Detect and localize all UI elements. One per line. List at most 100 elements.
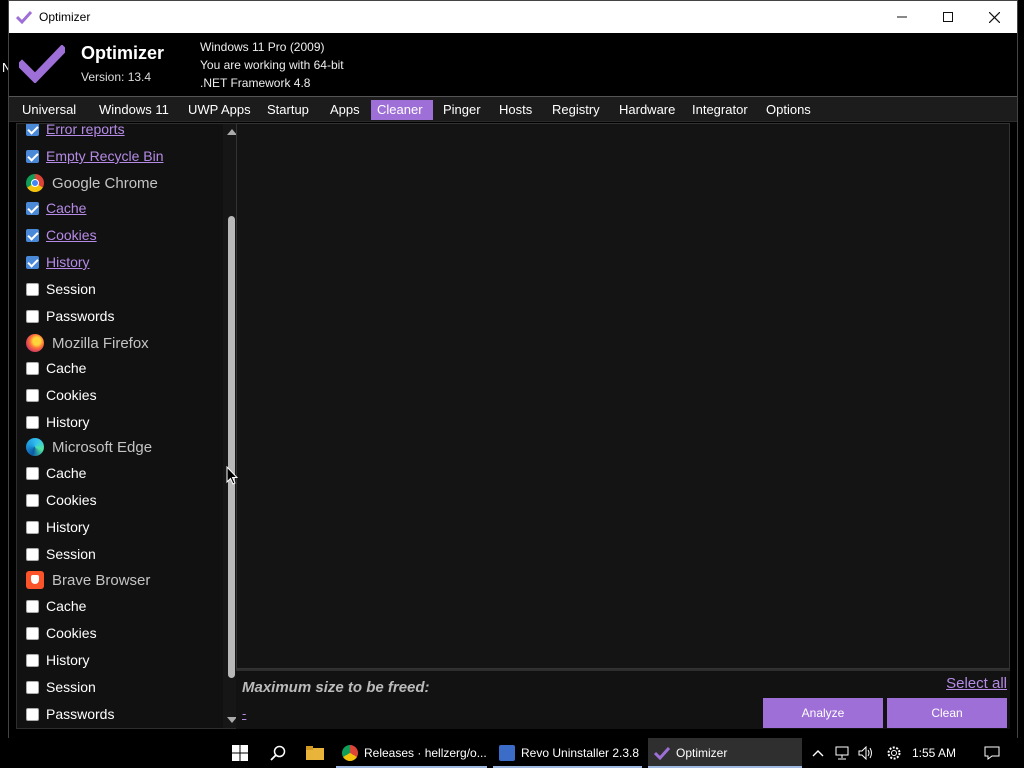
option-label[interactable]: Session xyxy=(46,546,96,562)
chevron-up-icon[interactable] xyxy=(808,743,828,763)
checkbox-firefox-cache[interactable] xyxy=(26,361,39,375)
framework-info: .NET Framework 4.8 xyxy=(200,76,311,90)
minimize-button[interactable] xyxy=(879,1,925,33)
volume-icon[interactable] xyxy=(856,743,876,763)
file-explorer-icon[interactable] xyxy=(305,743,325,763)
checkbox-brave-history[interactable] xyxy=(26,653,39,667)
clean-button[interactable]: Clean xyxy=(887,698,1007,728)
checkbox-brave-cookies[interactable] xyxy=(26,626,39,640)
checkbox-chrome-cache[interactable] xyxy=(26,201,39,215)
edge-icon xyxy=(26,438,44,456)
system-info: Windows 11 Pro (2009) You are working wi… xyxy=(200,38,344,92)
chrome-icon xyxy=(26,174,44,192)
settings-gear-icon[interactable] xyxy=(884,743,904,763)
app-version: Version: 13.4 xyxy=(81,70,152,84)
tab-startup[interactable]: Startup xyxy=(261,100,315,120)
app-name: Optimizer xyxy=(81,43,165,63)
option-label[interactable]: Passwords xyxy=(46,706,114,722)
checkbox-brave-session[interactable] xyxy=(26,680,39,694)
option-label[interactable]: Session xyxy=(46,679,96,695)
checkbox-edge-cookies[interactable] xyxy=(26,493,39,507)
option-label[interactable]: Cache xyxy=(46,598,86,614)
close-button[interactable] xyxy=(971,1,1017,33)
cleaner-options-list: Error reports Empty Recycle Bin Google C… xyxy=(16,123,240,729)
notification-icon[interactable] xyxy=(982,743,1002,763)
tab-hosts[interactable]: Hosts xyxy=(493,100,538,120)
group-label: Brave Browser xyxy=(52,571,151,589)
app-check-icon xyxy=(654,745,670,761)
optimizer-logo-icon xyxy=(16,44,68,88)
analyze-button[interactable]: Analyze xyxy=(763,698,883,728)
checkbox-edge-history[interactable] xyxy=(26,520,39,534)
search-icon[interactable] xyxy=(268,743,288,763)
checkbox-empty-recycle-bin[interactable] xyxy=(26,149,39,163)
cleaner-footer: Maximum size to be freed: - Select all A… xyxy=(236,669,1010,729)
option-label[interactable]: Cache xyxy=(46,200,86,216)
window-title: Optimizer xyxy=(39,10,91,24)
checkbox-firefox-cookies[interactable] xyxy=(26,388,39,402)
maximize-button[interactable] xyxy=(925,1,971,33)
taskbar-app-revo[interactable]: Revo Uninstaller 2.3.8 xyxy=(493,738,642,768)
app-header: Optimizer Version: 13.4 Windows 11 Pro (… xyxy=(9,33,1017,95)
checkbox-chrome-passwords[interactable] xyxy=(26,309,39,323)
checkbox-chrome-history[interactable] xyxy=(26,255,39,269)
os-info: Windows 11 Pro (2009) xyxy=(200,40,325,54)
windows-start-icon[interactable] xyxy=(230,743,250,763)
brave-icon xyxy=(26,571,44,589)
cleaner-results-area xyxy=(236,123,1010,669)
option-label[interactable]: Cookies xyxy=(46,492,97,508)
option-label[interactable]: Error reports xyxy=(46,124,125,137)
tab-cleaner[interactable]: Cleaner xyxy=(371,100,433,120)
checkbox-edge-cache[interactable] xyxy=(26,466,39,480)
tab-registry[interactable]: Registry xyxy=(546,100,606,120)
size-value[interactable]: - xyxy=(242,706,246,721)
option-label[interactable]: History xyxy=(46,414,90,430)
taskbar-app-label: Releases · hellzerg/o... xyxy=(364,746,487,760)
scroll-thumb[interactable] xyxy=(228,216,235,678)
checkbox-edge-session[interactable] xyxy=(26,547,39,561)
checkbox-firefox-history[interactable] xyxy=(26,415,39,429)
taskbar: Releases · hellzerg/o... Revo Uninstalle… xyxy=(0,738,1024,768)
mouse-cursor-icon xyxy=(226,466,238,485)
option-label[interactable]: Cache xyxy=(46,465,86,481)
option-label[interactable]: Cookies xyxy=(46,387,97,403)
checkbox-brave-cache[interactable] xyxy=(26,599,39,613)
tab-universal[interactable]: Universal xyxy=(16,100,82,120)
checkbox-chrome-cookies[interactable] xyxy=(26,228,39,242)
taskbar-app-optimizer[interactable]: Optimizer xyxy=(648,738,802,768)
option-label[interactable]: Cookies xyxy=(46,227,97,243)
tab-pinger[interactable]: Pinger xyxy=(437,100,487,120)
tab-windows-11[interactable]: Windows 11 xyxy=(93,100,175,120)
option-label[interactable]: Cache xyxy=(46,360,86,376)
revo-uninstaller-icon xyxy=(499,745,515,761)
option-label[interactable]: Session xyxy=(46,281,96,297)
option-label[interactable]: History xyxy=(46,254,90,270)
tab-uwp-apps[interactable]: UWP Apps xyxy=(182,100,257,120)
max-size-label: Maximum size to be freed: xyxy=(242,679,430,696)
tab-options[interactable]: Options xyxy=(760,100,817,120)
network-icon[interactable] xyxy=(832,743,852,763)
group-label: Google Chrome xyxy=(52,174,158,192)
select-all-link[interactable]: Select all xyxy=(946,675,1007,692)
bitness-info: You are working with 64-bit xyxy=(200,58,344,72)
firefox-icon xyxy=(26,334,44,352)
group-label: Microsoft Edge xyxy=(52,438,153,456)
checkbox-error-reports[interactable] xyxy=(26,124,39,136)
option-label[interactable]: History xyxy=(46,519,90,535)
tab-bar: Universal Windows 11 UWP Apps Startup Ap… xyxy=(9,96,1017,122)
tab-apps[interactable]: Apps xyxy=(324,100,366,120)
taskbar-app-chrome[interactable]: Releases · hellzerg/o... xyxy=(336,738,487,768)
optimizer-window: Optimizer Optimizer Version: 13.4 Window… xyxy=(8,0,1018,740)
desktop: N Optimizer Optimizer Version: 13.4 Wind… xyxy=(0,0,1024,768)
option-label[interactable]: Passwords xyxy=(46,308,114,324)
chrome-icon xyxy=(342,745,358,761)
tab-hardware[interactable]: Hardware xyxy=(613,100,681,120)
taskbar-clock[interactable]: 1:55 AM xyxy=(912,746,956,760)
checkbox-chrome-session[interactable] xyxy=(26,282,39,296)
option-label[interactable]: Empty Recycle Bin xyxy=(46,148,163,164)
checkbox-brave-passwords[interactable] xyxy=(26,707,39,721)
option-label[interactable]: History xyxy=(46,652,90,668)
tab-integrator[interactable]: Integrator xyxy=(686,100,754,120)
group-label: Mozilla Firefox xyxy=(52,334,149,352)
option-label[interactable]: Cookies xyxy=(46,625,97,641)
